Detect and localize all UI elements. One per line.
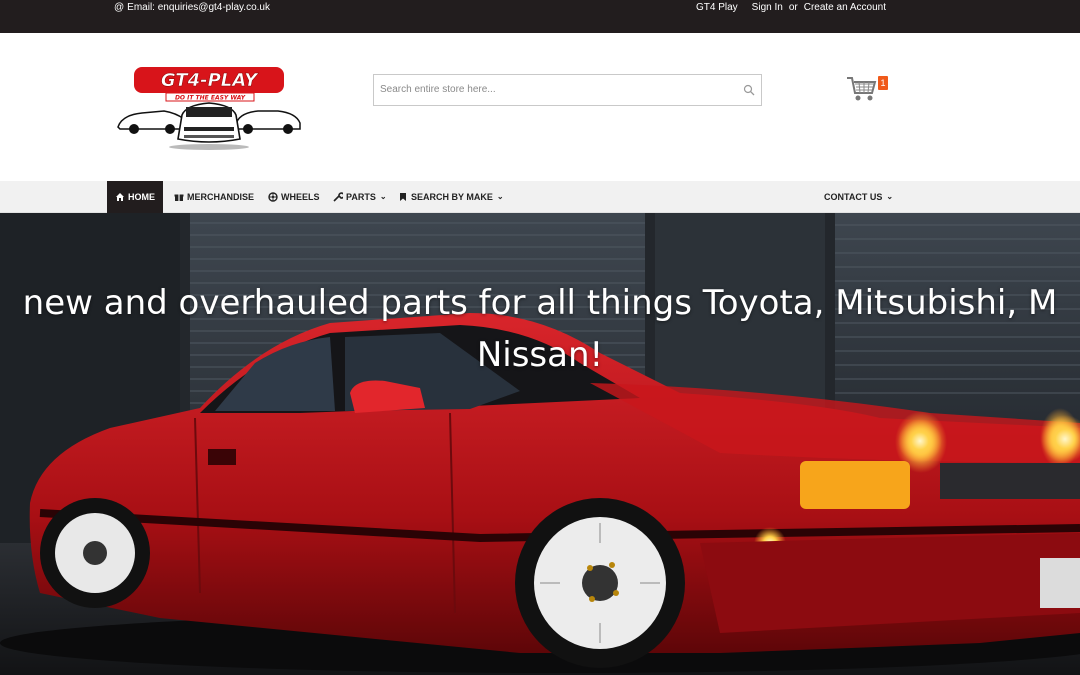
nav-wheels[interactable]: WHEELS xyxy=(260,181,328,213)
chevron-down-icon: ⌄ xyxy=(886,192,894,201)
sign-in-link[interactable]: Sign In xyxy=(752,2,783,13)
nav-parts[interactable]: PARTS ⌄ xyxy=(325,181,395,213)
create-account-link[interactable]: Create an Account xyxy=(804,2,886,13)
bookmark-icon xyxy=(400,193,406,201)
cart-button[interactable]: 1 xyxy=(846,73,890,105)
nav-wheels-label: WHEELS xyxy=(281,192,320,202)
or-separator: or xyxy=(788,2,798,13)
top-bar: @ Email: enquiries@gt4-play.co.uk GT4 Pl… xyxy=(0,0,1080,33)
chevron-down-icon: ⌄ xyxy=(496,192,504,201)
site-logo[interactable]: GT4-PLAY DO IT THE EASY WAY xyxy=(114,67,304,151)
svg-text:GT4-PLAY: GT4-PLAY xyxy=(161,70,259,91)
nav-home-label: HOME xyxy=(128,192,155,202)
wheel-icon xyxy=(268,192,278,202)
email-contact[interactable]: @ Email: enquiries@gt4-play.co.uk xyxy=(114,2,270,13)
nav-home[interactable]: HOME xyxy=(107,181,163,213)
chevron-down-icon: ⌄ xyxy=(379,192,387,201)
search-input[interactable] xyxy=(380,75,720,103)
search-box xyxy=(373,74,762,106)
account-links: GT4 Play Sign In or Create an Account xyxy=(696,2,886,13)
nav-merchandise[interactable]: MERCHANDISE xyxy=(166,181,262,213)
wrench-icon xyxy=(333,192,343,202)
svg-text:DO IT THE EASY WAY: DO IT THE EASY WAY xyxy=(175,95,246,102)
nav-contact-us[interactable]: CONTACT US ⌄ xyxy=(816,181,901,213)
at-icon: @ xyxy=(114,2,125,13)
search-icon[interactable] xyxy=(743,84,755,96)
hero-caption-line1: new and overhauled parts for all things … xyxy=(22,283,1058,323)
nav-search-by-make[interactable]: SEARCH BY MAKE ⌄ xyxy=(390,181,512,213)
email-label: Email: enquiries@gt4-play.co.uk xyxy=(127,2,270,13)
hero-banner: new and overhauled parts for all things … xyxy=(0,213,1080,675)
nav-contact-us-label: CONTACT US xyxy=(824,192,883,202)
main-nav: HOME MERCHANDISE WHEELS PARTS ⌄ SEARCH B… xyxy=(0,181,1080,213)
home-icon xyxy=(116,193,124,201)
gt4-play-link[interactable]: GT4 Play xyxy=(696,2,738,13)
gift-icon xyxy=(174,194,184,201)
logo-graphic: GT4-PLAY DO IT THE EASY WAY xyxy=(117,67,301,150)
site-header: GT4-PLAY DO IT THE EASY WAY Search entir… xyxy=(0,33,1080,181)
hero-caption: new and overhauled parts for all things … xyxy=(0,277,1080,381)
shopping-cart-icon xyxy=(847,77,877,101)
nav-merchandise-label: MERCHANDISE xyxy=(187,192,255,202)
nav-parts-label: PARTS xyxy=(346,192,376,202)
nav-search-by-make-label: SEARCH BY MAKE xyxy=(411,192,493,202)
cart-count-badge: 1 xyxy=(878,76,888,90)
hero-caption-line2: Nissan! xyxy=(476,335,604,375)
